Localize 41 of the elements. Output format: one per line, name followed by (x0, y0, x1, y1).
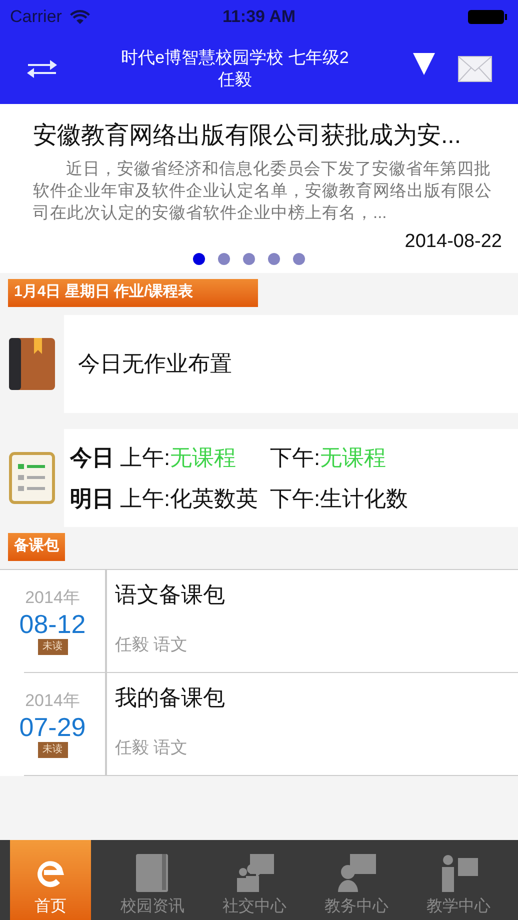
morning-label: 上午: (120, 444, 170, 472)
person-board-icon (336, 852, 378, 894)
tab-item[interactable]: 教学中心 (418, 840, 499, 920)
schedule-day: 今日 (70, 440, 114, 474)
list-icon (9, 452, 55, 504)
tab-item[interactable]: 校园资讯 (112, 840, 193, 920)
news-summary: 近日，安徽省经济和信息化委员会下发了安徽省年第四批软件企业年审及软件企业认定名单，安徽教育网络出版有限公司在此次认定的安徽省软件企业中榜上有名，... (32, 159, 493, 224)
afternoon-label: 下午: (270, 484, 320, 512)
section-label: 备课包 (8, 532, 65, 560)
unread-badge: 未读 (38, 742, 68, 758)
clock: 11:39 AM (222, 6, 296, 28)
tab-item[interactable]: 社交中心 (214, 840, 295, 920)
date-label: 08-12 (19, 608, 86, 638)
morning-label: 上午: (120, 484, 170, 512)
lesson-pack-meta: 任毅 语文 (115, 634, 189, 656)
schedule-day: 明日 (70, 482, 114, 514)
year-label: 2014年 (25, 586, 80, 608)
battery-icon (468, 9, 508, 25)
nav-title: 时代e博智慧校园学校 七年级2 (121, 47, 349, 69)
dropdown-triangle-icon[interactable] (412, 52, 436, 76)
section-label: 1月4日 星期日 作业/课程表 (8, 278, 258, 306)
homework-status: 今日无作业布置 (78, 350, 232, 378)
morning-classes: 化英数英 (170, 484, 258, 512)
afternoon-label: 下午: (270, 444, 320, 472)
tab-item[interactable]: 教务中心 (316, 840, 397, 920)
year-label: 2014年 (25, 690, 80, 712)
news-date: 2014-08-22 (404, 230, 502, 254)
date-label: 07-29 (19, 712, 86, 742)
tab-item[interactable]: 首页 (10, 840, 91, 920)
nav-subtitle: 任毅 (218, 69, 252, 91)
afternoon-classes: 生计化数 (320, 484, 408, 512)
morning-classes: 无课程 (170, 444, 236, 472)
lesson-pack-title[interactable]: 语文备课包 (115, 578, 518, 610)
afternoon-classes: 无课程 (320, 444, 386, 472)
lesson-pack-title[interactable]: 我的备课包 (115, 680, 518, 714)
book-icon (9, 338, 55, 390)
news-title[interactable]: 安徽教育网络出版有限公司获批成为安... (16, 118, 502, 154)
carrier-label: Carrier (10, 6, 62, 28)
wifi-icon (70, 10, 90, 24)
unread-badge: 未读 (38, 638, 68, 654)
lesson-pack-meta: 任毅 语文 (115, 736, 189, 758)
